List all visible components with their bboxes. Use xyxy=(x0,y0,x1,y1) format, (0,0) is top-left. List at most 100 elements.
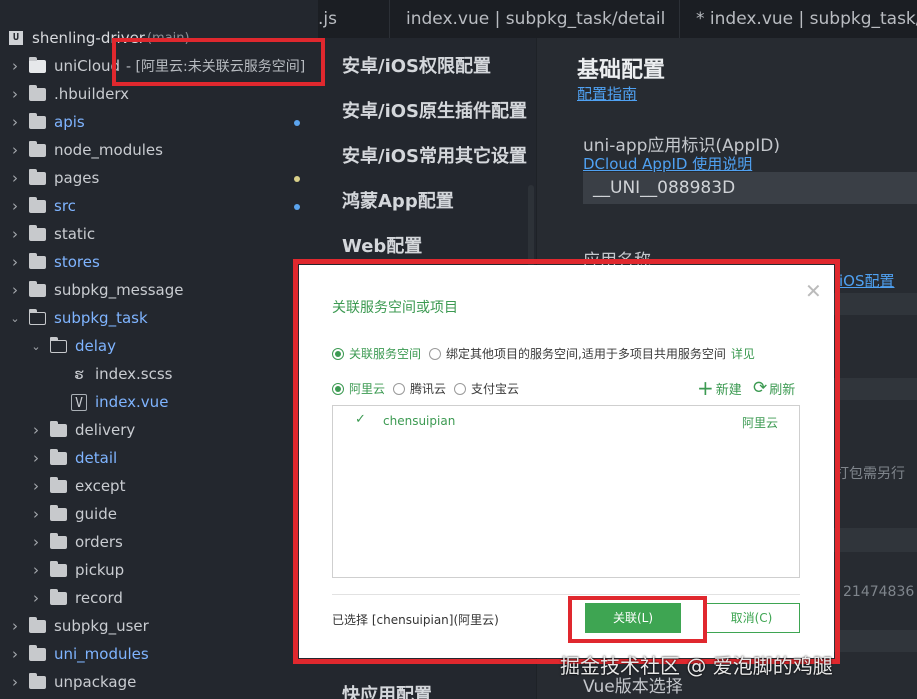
tree-item-unpackage[interactable]: › unpackage xyxy=(0,668,318,696)
tree-item-label: uni_modules xyxy=(54,645,149,663)
tree-item-label: .hbuilderx xyxy=(54,85,130,103)
folder-icon xyxy=(29,252,46,269)
tree-item-label: pickup xyxy=(75,561,125,579)
folder-icon xyxy=(29,280,46,297)
tree-item-index-scss[interactable]: ຮ index.scss xyxy=(0,360,318,388)
tree-item-label: static xyxy=(54,225,96,243)
tree-item-label: orders xyxy=(75,533,123,551)
folder-open-icon xyxy=(28,308,46,325)
packaging-note: 打包需另行 xyxy=(835,466,905,482)
folder-icon xyxy=(50,420,67,437)
tab-detail-vue[interactable]: index.vue | subpkg_task/detail xyxy=(390,0,680,38)
chevron-right-icon[interactable]: › xyxy=(9,673,21,691)
tree-item-pages[interactable]: › pages xyxy=(0,164,318,192)
folder-icon xyxy=(29,168,46,185)
vue-file-icon: V xyxy=(71,393,87,411)
tree-item-except[interactable]: › except xyxy=(0,472,318,500)
chevron-right-icon[interactable]: › xyxy=(9,253,21,271)
chevron-right-icon[interactable]: › xyxy=(9,645,21,663)
ios-config-link[interactable]: iOS配置 xyxy=(839,270,895,291)
chevron-right-icon[interactable]: › xyxy=(9,197,21,215)
tree-item-subpkg-user[interactable]: › subpkg_user xyxy=(0,612,318,640)
chevron-right-icon[interactable]: › xyxy=(30,449,42,467)
version-code-value: 21474836 xyxy=(843,584,915,600)
modified-dot-icon xyxy=(294,176,300,182)
tree-item-pickup[interactable]: › pickup xyxy=(0,556,318,584)
folder-icon xyxy=(50,588,67,605)
config-guide-link[interactable]: 配置指南 xyxy=(577,83,637,104)
modified-dot-icon xyxy=(294,120,300,126)
tree-item-src[interactable]: › src xyxy=(0,192,318,220)
appid-input[interactable]: __UNI__088983D xyxy=(583,172,917,204)
tree-item-guide[interactable]: › guide xyxy=(0,500,318,528)
tree-item-label: index.scss xyxy=(95,365,173,383)
appid-help-link[interactable]: DCloud AppID 使用说明 xyxy=(583,153,752,174)
tree-item-label: apis xyxy=(54,113,85,131)
project-icon: U xyxy=(9,31,23,45)
chevron-down-icon[interactable]: ⌄ xyxy=(9,312,21,325)
tree-item-label: subpkg_task xyxy=(54,309,148,327)
tab-detail-vue-modified[interactable]: * index.vue | subpkg_task/detail xyxy=(680,0,917,38)
folder-icon xyxy=(29,224,46,241)
panel-title: 基础配置 xyxy=(577,58,666,83)
chevron-down-icon[interactable]: ⌄ xyxy=(30,340,42,353)
tab-js[interactable]: .js xyxy=(318,0,390,38)
chevron-right-icon[interactable]: › xyxy=(9,57,21,75)
chevron-right-icon[interactable]: › xyxy=(9,617,21,635)
tree-item-stores[interactable]: › stores xyxy=(0,248,318,276)
tree-item-label: delivery xyxy=(75,421,136,439)
tree-item-label: record xyxy=(75,589,123,607)
chevron-right-icon[interactable]: › xyxy=(30,533,42,551)
editor-tabs: .js index.vue | subpkg_task/detail * ind… xyxy=(318,0,917,38)
folder-icon xyxy=(50,532,67,549)
chevron-right-icon[interactable]: › xyxy=(30,561,42,579)
tree-item-delay[interactable]: ⌄ delay xyxy=(0,332,318,360)
tree-item-label: delay xyxy=(75,337,116,355)
nav-harmony-app[interactable]: 鸿蒙App配置 xyxy=(342,187,454,213)
highlight-unicloud-tag xyxy=(112,38,325,86)
modified-dot-icon xyxy=(294,204,300,210)
chevron-right-icon[interactable]: › xyxy=(9,85,21,103)
tree-item-detail[interactable]: › detail xyxy=(0,444,318,472)
chevron-right-icon[interactable]: › xyxy=(9,113,21,131)
chevron-right-icon[interactable]: › xyxy=(30,589,42,607)
chevron-right-icon[interactable]: › xyxy=(30,421,42,439)
tree-item-index-vue[interactable]: Vindex.vue xyxy=(0,388,318,416)
tree-item-label: unpackage xyxy=(54,673,137,691)
folder-icon xyxy=(29,672,46,689)
tree-item-label: stores xyxy=(54,253,100,271)
tree-item-record[interactable]: › record xyxy=(0,584,318,612)
nav-quickapp[interactable]: 快应用配置 xyxy=(342,681,432,699)
chevron-right-icon[interactable]: › xyxy=(9,281,21,299)
nav-android-ios-permissions[interactable]: 安卓/iOS权限配置 xyxy=(342,52,491,78)
chevron-right-icon[interactable]: › xyxy=(9,225,21,243)
folder-icon xyxy=(50,560,67,577)
chevron-right-icon[interactable]: › xyxy=(9,169,21,187)
tree-item-orders[interactable]: › orders xyxy=(0,528,318,556)
file-tree: › uniCloud - [阿里云:未关联云服务空间] › .hbuilderx › api… xyxy=(0,52,318,696)
nav-web[interactable]: Web配置 xyxy=(342,232,422,258)
tree-item-label: except xyxy=(75,477,126,495)
tree-item-apis[interactable]: › apis xyxy=(0,108,318,136)
tree-item-uni-modules[interactable]: › uni_modules xyxy=(0,640,318,668)
explorer-sidebar: U shenling-driver (main) › uniCloud - [阿里云… xyxy=(0,0,318,699)
chevron-right-icon[interactable]: › xyxy=(30,477,42,495)
tree-item-label: subpkg_user xyxy=(54,617,149,635)
folder-icon xyxy=(29,616,46,633)
tree-item-subpkg-task[interactable]: ⌄ subpkg_task xyxy=(0,304,318,332)
folder-open-icon xyxy=(49,336,67,353)
tree-item-label: src xyxy=(54,197,76,215)
tree-item-label: index.vue xyxy=(95,393,169,411)
folder-icon xyxy=(50,476,67,493)
folder-icon xyxy=(29,140,46,157)
folder-icon xyxy=(29,644,46,661)
tree-item-static[interactable]: › static xyxy=(0,220,318,248)
nav-android-ios-other-settings[interactable]: 安卓/iOS常用其它设置 xyxy=(342,142,527,168)
nav-android-ios-native-plugins[interactable]: 安卓/iOS原生插件配置 xyxy=(342,97,527,123)
tree-item-node-modules[interactable]: › node_modules xyxy=(0,136,318,164)
tree-item-delivery[interactable]: › delivery xyxy=(0,416,318,444)
chevron-right-icon[interactable]: › xyxy=(9,141,21,159)
folder-icon xyxy=(29,84,46,101)
tree-item-subpkg-message[interactable]: › subpkg_message xyxy=(0,276,318,304)
chevron-right-icon[interactable]: › xyxy=(30,505,42,523)
